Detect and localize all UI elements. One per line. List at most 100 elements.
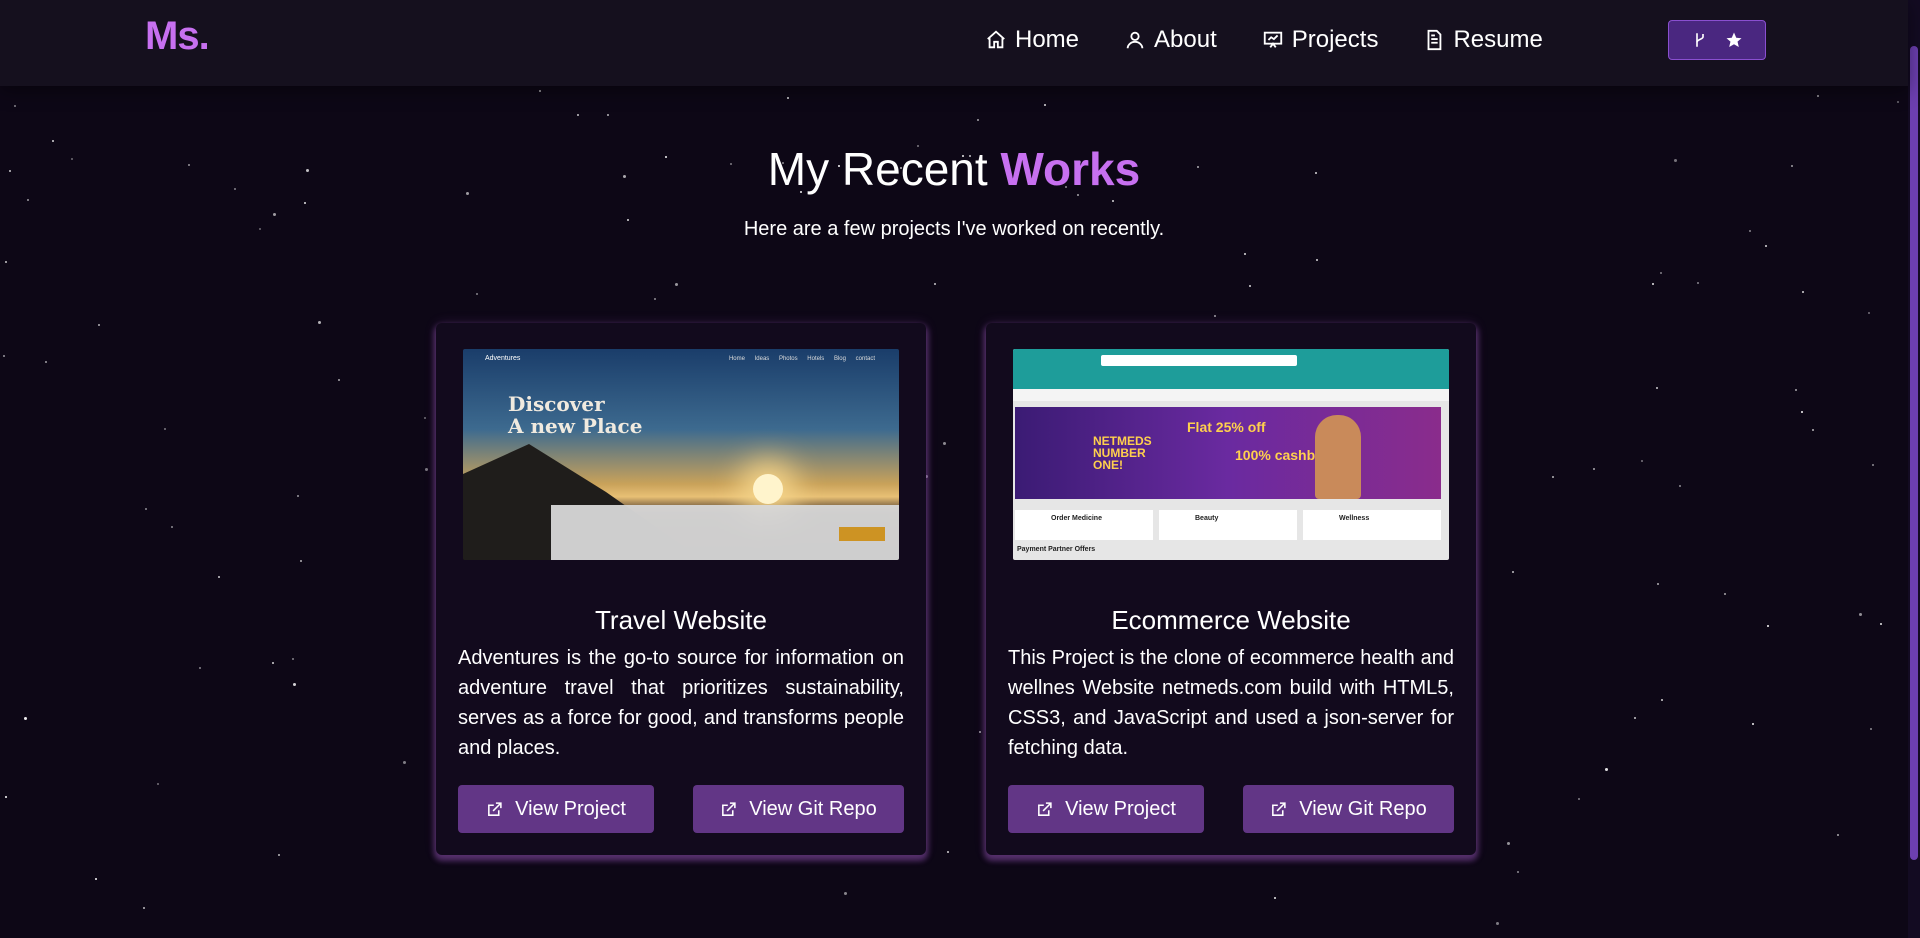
- star: [977, 119, 979, 121]
- star: [1859, 613, 1862, 616]
- nav-item-label: Resume: [1453, 26, 1543, 53]
- external-link-icon: [1272, 801, 1286, 816]
- star: [1274, 897, 1276, 899]
- star: [1657, 583, 1659, 585]
- view-project-button[interactable]: View Project: [458, 785, 654, 833]
- star: [157, 783, 159, 785]
- star: [654, 298, 656, 300]
- star: [292, 658, 294, 660]
- projects-heading: My Recent Works Here are a few projects …: [0, 142, 1908, 241]
- star: [1724, 593, 1726, 595]
- star: [300, 560, 302, 562]
- preview-tile: Beauty: [1195, 515, 1219, 522]
- project-card-travel: Adventures Home Ideas Photos Hotels Blog…: [436, 323, 926, 855]
- star: [675, 283, 678, 286]
- github-fork-button[interactable]: [1668, 20, 1766, 60]
- star: [278, 854, 280, 856]
- star-icon: [1726, 32, 1742, 47]
- star: [934, 283, 936, 285]
- user-icon: [1126, 31, 1144, 49]
- nav-item-label: Projects: [1291, 26, 1379, 53]
- star: [1593, 468, 1595, 470]
- star: [5, 796, 7, 798]
- star: [1656, 387, 1658, 389]
- star: [1872, 464, 1874, 466]
- nav-links: Home About Projects Resume: [985, 22, 1588, 58]
- star: [1802, 291, 1804, 293]
- star: [1605, 768, 1608, 771]
- star: [1679, 485, 1681, 487]
- navbar: Ms. Home About Projects Resume: [0, 0, 1908, 86]
- preview-tile: Order Medicine: [1051, 515, 1102, 522]
- star: [1652, 283, 1654, 285]
- preview-tile: Wellness: [1339, 515, 1370, 522]
- project-title: Travel Website: [595, 605, 767, 635]
- star: [272, 662, 274, 664]
- preview-offer: Flat 25% off: [1187, 419, 1266, 435]
- scrollbar-thumb[interactable]: [1910, 46, 1918, 860]
- star: [1214, 315, 1216, 317]
- star: [1517, 871, 1519, 873]
- star: [143, 907, 145, 909]
- star: [1641, 460, 1643, 462]
- external-link-icon: [722, 801, 736, 816]
- project-title: Ecommerce Website: [1111, 605, 1351, 635]
- star: [5, 261, 7, 263]
- star: [1044, 104, 1046, 106]
- star: [1801, 411, 1803, 413]
- git-fork-icon: [1696, 33, 1704, 47]
- star: [1897, 101, 1899, 103]
- star: [844, 892, 847, 895]
- star: [1752, 723, 1754, 725]
- star: [1868, 312, 1870, 314]
- view-git-repo-button[interactable]: View Git Repo: [1243, 785, 1454, 833]
- scrollbar[interactable]: [1908, 0, 1920, 938]
- star: [1244, 253, 1246, 255]
- external-link-icon: [488, 801, 502, 816]
- star: [979, 731, 981, 733]
- nav-item-resume[interactable]: Resume: [1423, 22, 1543, 58]
- logo[interactable]: Ms.: [145, 14, 210, 59]
- star: [1634, 717, 1636, 719]
- star: [1512, 571, 1514, 573]
- star: [1507, 842, 1510, 845]
- star: [1578, 798, 1580, 800]
- star: [45, 361, 47, 363]
- star: [3, 355, 5, 357]
- project-preview-image: Adventures Home Ideas Photos Hotels Blog…: [463, 349, 899, 560]
- star: [947, 851, 949, 853]
- star: [539, 90, 541, 92]
- document-icon: [1428, 29, 1442, 51]
- star: [164, 428, 166, 430]
- nav-item-about[interactable]: About: [1124, 22, 1217, 58]
- project-preview-image: NETMEDS NUMBER ONE! Flat 25% off 100% ca…: [1013, 349, 1449, 560]
- project-card-ecommerce: NETMEDS NUMBER ONE! Flat 25% off 100% ca…: [986, 323, 1476, 855]
- view-git-repo-button[interactable]: View Git Repo: [693, 785, 904, 833]
- star: [1795, 389, 1797, 391]
- project-description: Adventures is the go-to source for infor…: [458, 647, 904, 759]
- nav-item-projects[interactable]: Projects: [1262, 22, 1379, 58]
- preview-brand: Adventures: [485, 355, 521, 362]
- external-link-icon: [1038, 801, 1052, 816]
- preview-footer: Payment Partner Offers: [1017, 546, 1096, 553]
- star: [476, 293, 478, 295]
- star: [787, 97, 789, 99]
- star: [95, 878, 97, 880]
- view-project-button[interactable]: View Project: [1008, 785, 1204, 833]
- star: [1817, 95, 1819, 97]
- page-subtitle: Here are a few projects I've worked on r…: [743, 218, 1165, 240]
- page-title: My Recent Works: [0, 142, 1908, 196]
- star: [318, 321, 321, 324]
- star: [297, 495, 299, 497]
- preview-badge: NETMEDS NUMBER ONE!: [1093, 434, 1152, 472]
- nav-item-home[interactable]: Home: [985, 22, 1079, 58]
- star: [1870, 728, 1872, 730]
- project-description: This Project is the clone of ecommerce h…: [1008, 647, 1454, 759]
- star: [424, 417, 426, 419]
- star: [199, 667, 201, 669]
- star: [1249, 285, 1251, 287]
- star: [218, 576, 220, 578]
- home-icon: [987, 30, 1005, 49]
- presentation-icon: [1263, 31, 1282, 48]
- star: [607, 114, 609, 116]
